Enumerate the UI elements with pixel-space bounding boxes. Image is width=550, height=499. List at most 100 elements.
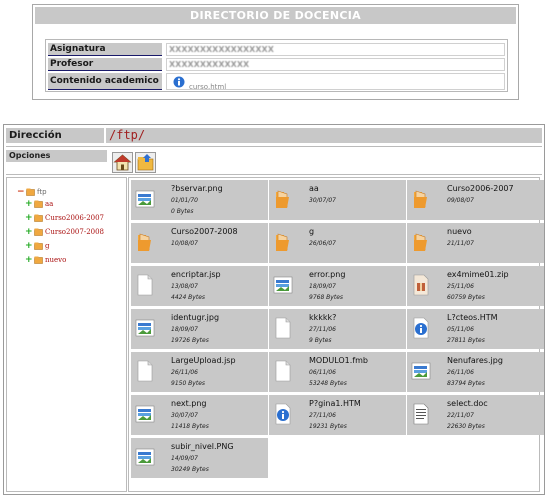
tree-folder-curso2007-2008[interactable]: + Curso2007-2008: [25, 226, 104, 238]
file-name: LargeUpload.jsp: [171, 356, 236, 365]
file-size: 30249 Bytes: [171, 466, 209, 473]
file-item[interactable]: ?bservar.png 01/01/70 0 Bytes: [131, 180, 268, 220]
image-icon: [135, 403, 155, 425]
upload-button[interactable]: [135, 152, 156, 173]
file-item[interactable]: Curso2007-2008 10/08/07: [131, 223, 268, 263]
info-icon: [273, 403, 293, 425]
divider: [6, 146, 542, 147]
tree-root-ftp[interactable]: − ftp: [17, 186, 47, 198]
tree-item-label: nuevo: [45, 256, 67, 264]
folder-icon: [273, 188, 293, 210]
file-name: select.doc: [447, 399, 488, 408]
file-name: g: [309, 227, 315, 236]
folder-icon: [33, 200, 45, 208]
file-date: 05/11/06: [447, 326, 474, 333]
file-name: nuevo: [447, 227, 472, 236]
file-name: kkkkk?: [309, 313, 337, 322]
file-date: 10/08/07: [171, 240, 198, 247]
profesor-row: Profesor XXXXXXXXXXXXX: [48, 58, 505, 71]
expand-icon[interactable]: +: [25, 226, 33, 238]
file-item[interactable]: Curso2006-2007 09/08/07: [407, 180, 544, 220]
file-date: 26/11/06: [171, 369, 198, 376]
file-name: Nenufares.jpg: [447, 356, 503, 365]
file-date: 06/11/06: [309, 369, 336, 376]
tree-folder-curso2006-2007[interactable]: + Curso2006-2007: [25, 212, 104, 224]
file-name: identugr.jpg: [171, 313, 220, 322]
asignatura-row: Asignatura XXXXXXXXXXXXXXXXX: [48, 43, 505, 56]
file-item[interactable]: subir_nivel.PNG 14/09/07 30249 Bytes: [131, 438, 268, 478]
expand-icon[interactable]: +: [25, 212, 33, 224]
file-item[interactable]: g 26/06/07: [269, 223, 406, 263]
tree-item-label: Curso2007-2008: [45, 228, 105, 236]
directory-panel: DIRECTORIO DE DOCENCIA Asignatura XXXXXX…: [32, 4, 519, 100]
home-icon: [113, 154, 132, 171]
file-name: next.png: [171, 399, 207, 408]
upload-folder-icon: [137, 154, 154, 171]
file-item[interactable]: LargeUpload.jsp 26/11/06 9150 Bytes: [131, 352, 268, 392]
file-name: Curso2007-2008: [171, 227, 238, 236]
folder-icon: [135, 231, 155, 253]
profesor-label: Profesor: [48, 58, 162, 71]
file-item[interactable]: encriptar.jsp 13/08/07 4424 Bytes: [131, 266, 268, 306]
info-icon: [411, 317, 431, 339]
file-item[interactable]: Nenufares.jpg 26/11/06 83794 Bytes: [407, 352, 544, 392]
profesor-value: XXXXXXXXXXXXX: [166, 58, 505, 71]
asignatura-value: XXXXXXXXXXXXXXXXX: [166, 43, 505, 56]
file-name: subir_nivel.PNG: [171, 442, 234, 451]
file-item[interactable]: error.png 18/09/07 9768 Bytes: [269, 266, 406, 306]
file-date: 01/01/70: [171, 197, 198, 204]
file-item[interactable]: select.doc 22/11/07 22630 Bytes: [407, 395, 544, 435]
expand-icon[interactable]: +: [25, 254, 33, 266]
file-name: Curso2006-2007: [447, 184, 514, 193]
curso-link[interactable]: curso.html: [189, 82, 226, 93]
file-grid: ?bservar.png 01/01/70 0 Bytes aa 30/07/07 Cur…: [128, 177, 544, 492]
folder-icon: [25, 188, 37, 196]
file-date: 27/11/06: [309, 412, 336, 419]
contenido-label: Contenido academico: [48, 73, 162, 90]
file-size: 22630 Bytes: [447, 423, 485, 430]
file-item[interactable]: ex4mime01.zip 25/11/06 60759 Bytes: [407, 266, 544, 306]
file-item[interactable]: kkkkk? 27/11/06 9 Bytes: [269, 309, 406, 349]
archive-icon: [411, 274, 431, 296]
collapse-icon[interactable]: −: [17, 186, 25, 198]
curso-link-icon[interactable]: [173, 76, 185, 88]
contenido-row: Contenido academico curso.html: [48, 73, 505, 93]
folder-icon: [33, 256, 45, 264]
file-item[interactable]: P?gina1.HTM 27/11/06 19231 Bytes: [269, 395, 406, 435]
file-date: 14/09/07: [171, 455, 198, 462]
image-icon: [273, 274, 293, 296]
file-date: 22/11/07: [447, 412, 474, 419]
tree-folder-g[interactable]: + g: [25, 240, 49, 252]
tree-item-label: Curso2006-2007: [45, 214, 105, 222]
tree-folder-aa[interactable]: + aa: [25, 198, 53, 210]
file-item[interactable]: nuevo 21/11/07: [407, 223, 544, 263]
expand-icon[interactable]: +: [25, 198, 33, 210]
image-icon: [411, 360, 431, 382]
file-date: 09/08/07: [447, 197, 474, 204]
file-item[interactable]: MODULO1.fmb 06/11/06 53248 Bytes: [269, 352, 406, 392]
directory-title: DIRECTORIO DE DOCENCIA: [35, 7, 516, 24]
document-icon: [135, 360, 155, 382]
file-item[interactable]: aa 30/07/07: [269, 180, 406, 220]
current-path: /ftp/: [106, 128, 542, 143]
file-size: 53248 Bytes: [309, 380, 347, 387]
file-date: 13/08/07: [171, 283, 198, 290]
tree-folder-nuevo[interactable]: + nuevo: [25, 254, 66, 266]
opciones-label: Opciones: [6, 150, 107, 162]
file-size: 9768 Bytes: [309, 294, 344, 301]
folder-icon: [273, 231, 293, 253]
expand-icon[interactable]: +: [25, 240, 33, 252]
file-item[interactable]: next.png 30/07/07 11418 Bytes: [131, 395, 268, 435]
image-icon: [135, 188, 155, 210]
file-name: encriptar.jsp: [171, 270, 221, 279]
file-date: 27/11/06: [309, 326, 336, 333]
file-size: 4424 Bytes: [171, 294, 206, 301]
document-icon: [273, 360, 293, 382]
file-date: 21/11/07: [447, 240, 474, 247]
tree-item-label: ftp: [37, 188, 47, 196]
file-date: 18/09/07: [309, 283, 336, 290]
file-item[interactable]: identugr.jpg 18/09/07 19726 Bytes: [131, 309, 268, 349]
file-item[interactable]: L?cteos.HTM 05/11/06 27811 Bytes: [407, 309, 544, 349]
home-button[interactable]: [112, 152, 133, 173]
file-size: 0 Bytes: [171, 208, 194, 215]
